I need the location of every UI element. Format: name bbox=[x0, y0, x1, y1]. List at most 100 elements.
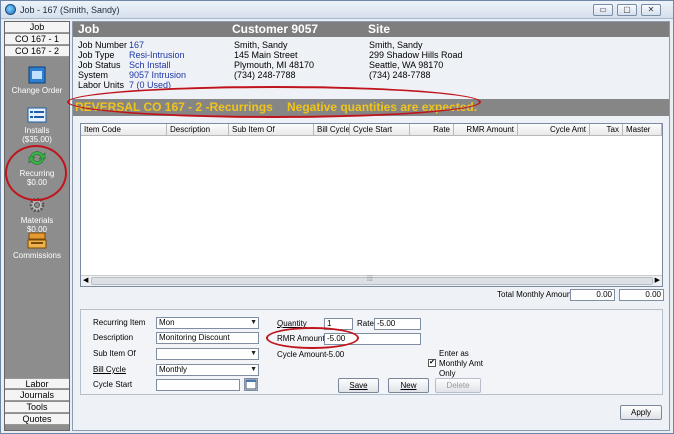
job-status-value: Sch Install bbox=[129, 60, 171, 70]
description-input[interactable]: Monitoring Discount bbox=[156, 332, 259, 344]
nav-tab-co-2[interactable]: CO 167 - 2 bbox=[5, 46, 69, 57]
nav-label-change-order: Change Order bbox=[11, 86, 63, 95]
col-bill-cycle[interactable]: Bill Cycle bbox=[314, 124, 350, 136]
total-monthly-value-2: 0.00 bbox=[619, 289, 664, 301]
nav-tab-labor[interactable]: Labor bbox=[5, 378, 69, 389]
cycle-amount-label: Cycle Amount bbox=[277, 350, 327, 359]
nav-tab-journals[interactable]: Journals bbox=[5, 390, 69, 401]
recurring-item-label: Recurring Item bbox=[93, 318, 146, 327]
recurring-item-form: Recurring Item Mon Description Monitorin… bbox=[80, 309, 663, 395]
change-order-icon bbox=[28, 66, 46, 84]
recurring-item-select[interactable]: Mon bbox=[156, 317, 259, 329]
calendar-icon[interactable] bbox=[244, 378, 258, 391]
installs-icon bbox=[27, 107, 47, 123]
system-value: 9057 Intrusion bbox=[129, 70, 187, 80]
labor-units-label: Labor Units bbox=[78, 80, 125, 90]
nav-label-commissions: Commissions bbox=[12, 251, 61, 260]
col-master[interactable]: Master bbox=[623, 124, 662, 136]
nav-item-recurring[interactable]: Recurring $0.00 bbox=[5, 149, 69, 187]
minimize-button[interactable]: ▭ bbox=[593, 4, 613, 16]
nav-tab-co-1[interactable]: CO 167 - 1 bbox=[5, 34, 69, 45]
sub-item-select[interactable] bbox=[156, 348, 259, 360]
scroll-right-icon[interactable]: ▶ bbox=[655, 276, 660, 284]
enter-as-monthly-checkbox[interactable]: ✔ bbox=[428, 359, 436, 367]
job-type-label: Job Type bbox=[78, 50, 115, 60]
totals-row: Total Monthly Amount 0.00 0.00 bbox=[73, 289, 669, 303]
cycle-amount-value: -5.00 bbox=[326, 350, 345, 359]
header-customer: Customer 9057 bbox=[232, 22, 319, 36]
save-button[interactable]: Save bbox=[338, 378, 379, 393]
reversal-message: Negative quantities are expected. bbox=[287, 100, 478, 114]
left-nav: Job CO 167 - 1 CO 167 - 2 Change Order I… bbox=[4, 21, 70, 431]
col-cycle-amt[interactable]: Cycle Amt bbox=[518, 124, 590, 136]
labor-units-value: 7 (0 Used) bbox=[129, 80, 172, 90]
nav-item-materials[interactable]: Materials $0.00 bbox=[5, 196, 69, 234]
col-sub-item-of[interactable]: Sub Item Of bbox=[229, 124, 314, 136]
bill-cycle-select[interactable]: Monthly bbox=[156, 364, 259, 376]
site-street: 299 Shadow Hills Road bbox=[369, 50, 463, 60]
rmr-amount-label: RMR Amount bbox=[277, 334, 325, 343]
main-panel: Job Customer 9057 Site Job Number Job Ty… bbox=[72, 21, 670, 431]
delete-button[interactable]: Delete bbox=[435, 378, 481, 393]
nav-tab-job[interactable]: Job bbox=[5, 22, 69, 33]
nav-item-installs[interactable]: Installs ($35.00) bbox=[5, 106, 69, 144]
cycle-start-label: Cycle Start bbox=[93, 380, 133, 389]
grid-horizontal-scrollbar[interactable]: ◀ ⁞⁞⁞ ▶ bbox=[81, 275, 662, 286]
site-city: Seattle, WA 98170 bbox=[369, 60, 444, 70]
job-number-value: 167 bbox=[129, 40, 145, 50]
customer-info: Smith, Sandy 145 Main Street Plymouth, M… bbox=[234, 40, 314, 80]
col-cycle-start[interactable]: Cycle Start bbox=[350, 124, 410, 136]
new-button[interactable]: New bbox=[388, 378, 429, 393]
header-site: Site bbox=[368, 22, 391, 36]
nav-label-materials: Materials bbox=[20, 216, 54, 225]
col-rate[interactable]: Rate bbox=[410, 124, 454, 136]
col-rmr-amount[interactable]: RMR Amount bbox=[454, 124, 518, 136]
description-label: Description bbox=[93, 333, 134, 342]
app-icon bbox=[5, 4, 16, 15]
sub-item-label: Sub Item Of bbox=[93, 349, 136, 358]
gear-icon bbox=[29, 197, 45, 213]
recurring-icon bbox=[28, 151, 46, 165]
nav-item-commissions[interactable]: Commissions bbox=[5, 231, 69, 260]
nav-sub-recurring: $0.00 bbox=[26, 178, 48, 187]
header-job: Job bbox=[78, 22, 100, 36]
nav-label-recurring: Recurring bbox=[19, 169, 55, 178]
customer-street: 145 Main Street bbox=[234, 50, 298, 60]
job-window: Job - 167 (Smith, Sandy) ▭ ▢ ✕ Job CO 16… bbox=[0, 0, 674, 434]
title-bar: Job - 167 (Smith, Sandy) ▭ ▢ ✕ bbox=[1, 1, 673, 19]
rate-input[interactable]: -5.00 bbox=[374, 318, 421, 330]
site-name: Smith, Sandy bbox=[369, 40, 423, 50]
nav-sub-installs: ($35.00) bbox=[22, 135, 52, 144]
job-type-value: Resi-Intrusion bbox=[129, 50, 185, 60]
close-button[interactable]: ✕ bbox=[641, 4, 661, 16]
customer-city: Plymouth, MI 48170 bbox=[234, 60, 315, 70]
reversal-banner: REVERSAL CO 167 - 2 -Recurrings Negative… bbox=[73, 99, 669, 116]
window-title: Job - 167 (Smith, Sandy) bbox=[20, 5, 120, 15]
rate-label: Rate bbox=[357, 319, 374, 328]
recurring-grid[interactable]: Item Code Description Sub Item Of Bill C… bbox=[80, 123, 663, 287]
cycle-start-input[interactable] bbox=[156, 379, 240, 391]
total-monthly-label: Total Monthly Amount bbox=[497, 290, 574, 299]
quantity-input[interactable]: 1 bbox=[324, 318, 353, 330]
col-description[interactable]: Description bbox=[167, 124, 229, 136]
cash-register-icon bbox=[27, 232, 47, 249]
scroll-grip-icon: ⁞⁞⁞ bbox=[367, 276, 373, 283]
maximize-button[interactable]: ▢ bbox=[617, 4, 637, 16]
nav-tab-tools[interactable]: Tools bbox=[5, 402, 69, 413]
quantity-label: Quantity bbox=[277, 319, 307, 328]
col-item-code[interactable]: Item Code bbox=[81, 124, 167, 136]
customer-phone: (734) 248-7788 bbox=[234, 70, 296, 80]
col-tax[interactable]: Tax bbox=[590, 124, 623, 136]
reversal-title: REVERSAL CO 167 - 2 -Recurrings bbox=[75, 100, 273, 114]
nav-label-installs: Installs bbox=[24, 126, 50, 135]
nav-tab-quotes[interactable]: Quotes bbox=[5, 414, 69, 425]
job-info-labels: Job Number Job Type Job Status System La… bbox=[78, 40, 127, 90]
rmr-amount-input[interactable]: -5.00 bbox=[324, 333, 421, 345]
nav-item-change-order[interactable]: Change Order bbox=[5, 66, 69, 95]
system-label: System bbox=[78, 70, 109, 80]
job-number-label: Job Number bbox=[78, 40, 128, 50]
site-info: Smith, Sandy 299 Shadow Hills Road Seatt… bbox=[369, 40, 463, 80]
site-phone: (734) 248-7788 bbox=[369, 70, 431, 80]
apply-button[interactable]: Apply bbox=[620, 405, 662, 420]
scroll-left-icon[interactable]: ◀ bbox=[83, 276, 88, 284]
